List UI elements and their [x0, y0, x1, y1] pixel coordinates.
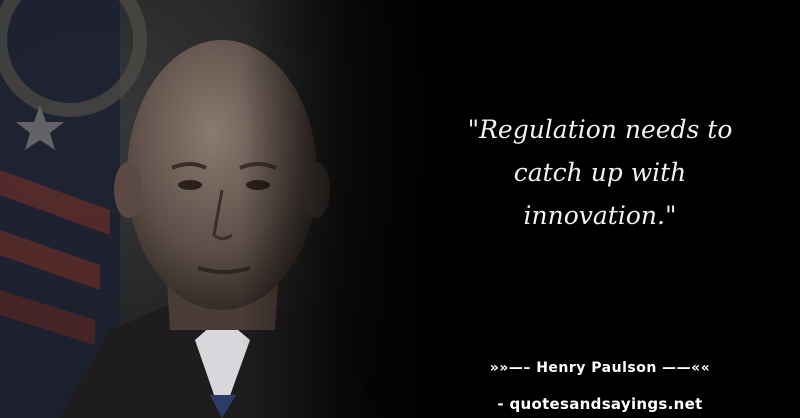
quote-line-2: catch up with [513, 158, 687, 187]
portrait-photo [0, 0, 440, 418]
quote-line-3: innovation." [523, 201, 677, 230]
source-watermark: - quotesandsayings.net [497, 395, 703, 413]
quote-author: »»—– Henry Paulson ——«« [489, 360, 711, 376]
quote-text: "Regulation needs to catch up with innov… [430, 108, 770, 237]
quote-card: "Regulation needs to catch up with innov… [0, 0, 800, 418]
quote-line-1: "Regulation needs to [467, 115, 733, 144]
